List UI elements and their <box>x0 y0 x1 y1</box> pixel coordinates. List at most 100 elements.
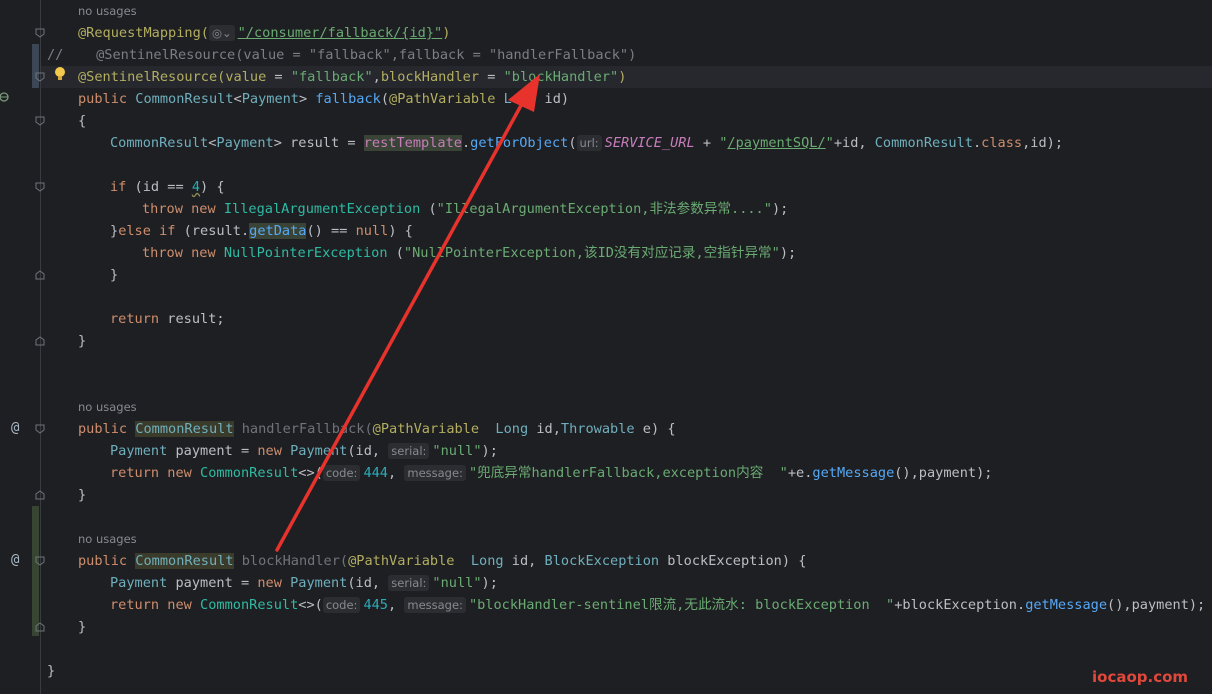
string-literal: "null" <box>432 575 482 591</box>
fold-icon[interactable] <box>35 116 45 126</box>
punct: > <box>299 91 316 107</box>
parameter-hint: code: <box>322 465 361 481</box>
type-name: IllegalArgumentException <box>223 201 421 217</box>
type-name: CommonResult <box>200 597 299 613</box>
brace: } <box>110 267 119 283</box>
fold-icon[interactable] <box>35 556 45 566</box>
type-name: Payment <box>241 91 299 107</box>
type-name: CommonResult <box>110 135 209 151</box>
fold-icon[interactable] <box>35 28 45 38</box>
keyword: public <box>78 553 136 569</box>
punct: <>( <box>298 597 323 613</box>
globe-icon[interactable]: ◎⌄ <box>208 25 235 41</box>
string-literal: "NullPointerException,该ID没有对应记录,空指针异常" <box>403 245 780 261</box>
usages-hint[interactable]: no usages <box>78 4 137 18</box>
code-line[interactable]: { <box>78 110 86 132</box>
constant: SERVICE_URL <box>604 135 695 151</box>
code-text: (id, <box>347 575 389 591</box>
operator: = <box>266 69 291 85</box>
code-line[interactable]: throw new IllegalArgumentException ("Ill… <box>142 198 788 220</box>
code-line[interactable]: return new CommonResult<>(code: 445, mess… <box>110 594 1205 616</box>
type-name: NullPointerException <box>223 245 388 261</box>
type-name: CommonResult <box>135 421 234 437</box>
code-text: ,id); <box>1022 135 1063 151</box>
code-line[interactable]: @RequestMapping(◎⌄ "/consumer/fallback/{i… <box>78 22 450 44</box>
usages-hint[interactable]: no usages <box>78 532 137 546</box>
code-text: id, <box>503 553 545 569</box>
keyword: public <box>78 91 136 107</box>
code-text: result; <box>159 311 225 327</box>
code-line[interactable]: } <box>78 616 86 638</box>
code-line[interactable]: }else if (result.getData() == null) { <box>110 220 413 242</box>
code-line[interactable]: public CommonResult<Payment> fallback(@P… <box>78 88 569 110</box>
method-call: getData <box>249 223 307 239</box>
code-line[interactable]: public CommonResult blockHandler(@PathVa… <box>78 550 806 572</box>
code-line[interactable]: return new CommonResult<>(code: 444, mess… <box>110 462 992 484</box>
code-text: e) { <box>634 421 676 437</box>
brace: } <box>47 663 56 679</box>
keyword: new <box>257 575 291 591</box>
brace: } <box>78 487 87 503</box>
code-line[interactable]: @SentinelResource(value = "fallback",blo… <box>78 66 626 88</box>
code-text: (id == <box>126 179 192 195</box>
keyword: return <box>110 465 168 481</box>
code-line[interactable]: return result; <box>110 308 225 330</box>
comment: // @SentinelResource(value = "fallback",… <box>47 47 637 63</box>
usages-hint[interactable]: no usages <box>78 400 137 414</box>
annotation: @PathVariable <box>372 421 480 437</box>
code-line[interactable]: throw new NullPointerException ("NullPoi… <box>142 242 796 264</box>
annotation: ) <box>618 69 627 85</box>
code-line[interactable]: public CommonResult handlerFallback(@Pat… <box>78 418 676 440</box>
code-line[interactable]: Payment payment = new Payment(id, serial… <box>110 572 498 594</box>
code-text: payment = <box>167 575 258 591</box>
vcs-change-marker[interactable] <box>32 506 39 636</box>
code-text: (),payment); <box>894 465 993 481</box>
string-literal[interactable]: /paymentSQL/ <box>727 135 825 151</box>
method-name: blockHandler( <box>233 553 349 569</box>
code-line[interactable]: if (id == 4) { <box>110 176 225 198</box>
fold-icon[interactable] <box>35 270 45 280</box>
string-literal[interactable]: "/consumer/fallback/{id}" <box>238 25 443 41</box>
parameter-hint: code: <box>322 597 361 613</box>
parameter-hint: url: <box>576 135 602 151</box>
method-call: getForObject <box>470 135 569 151</box>
globe-icon[interactable] <box>0 91 10 107</box>
type-name: Throwable <box>560 421 635 437</box>
string-literal: "blockHandler" <box>503 69 619 85</box>
punct: < <box>233 91 242 107</box>
comment-line[interactable]: // @SentinelResource(value = "fallback",… <box>47 44 636 66</box>
brace: } <box>78 333 87 349</box>
type-name: Payment <box>290 575 348 591</box>
keyword: class <box>981 135 1023 151</box>
code-line[interactable]: CommonResult<Payment> result = restTempl… <box>110 132 1063 154</box>
string-literal: " <box>825 135 834 151</box>
code-text: +e. <box>787 465 813 481</box>
fold-icon[interactable] <box>35 72 45 82</box>
code-text: (id, <box>347 443 389 459</box>
keyword: new <box>257 443 291 459</box>
override-at-icon[interactable]: @ <box>11 552 19 568</box>
type-name: CommonResult <box>135 553 234 569</box>
fold-icon[interactable] <box>35 490 45 500</box>
parameter-hint: serial: <box>388 443 430 459</box>
fold-icon[interactable] <box>35 622 45 632</box>
annotation: @SentinelResource( <box>78 69 226 85</box>
type-name: Payment <box>110 575 168 591</box>
code-line[interactable]: } <box>47 660 55 682</box>
punct: ( <box>568 135 577 151</box>
code-line[interactable]: } <box>78 484 86 506</box>
code-text: +blockException. <box>894 597 1026 613</box>
code-text: ) { <box>200 179 225 195</box>
code-line[interactable]: } <box>78 330 86 352</box>
type-name: CommonResult <box>135 91 234 107</box>
fold-icon[interactable] <box>35 424 45 434</box>
override-at-icon[interactable]: @ <box>11 420 19 436</box>
method-call: getMessage <box>1025 597 1108 613</box>
fold-icon[interactable] <box>35 182 45 192</box>
lightbulb-icon[interactable] <box>53 66 67 82</box>
type-name: CommonResult <box>200 465 299 481</box>
code-line[interactable]: } <box>110 264 118 286</box>
fold-icon[interactable] <box>35 336 45 346</box>
code-line[interactable]: Payment payment = new Payment(id, serial… <box>110 440 498 462</box>
code-text: blockException) { <box>659 553 807 569</box>
